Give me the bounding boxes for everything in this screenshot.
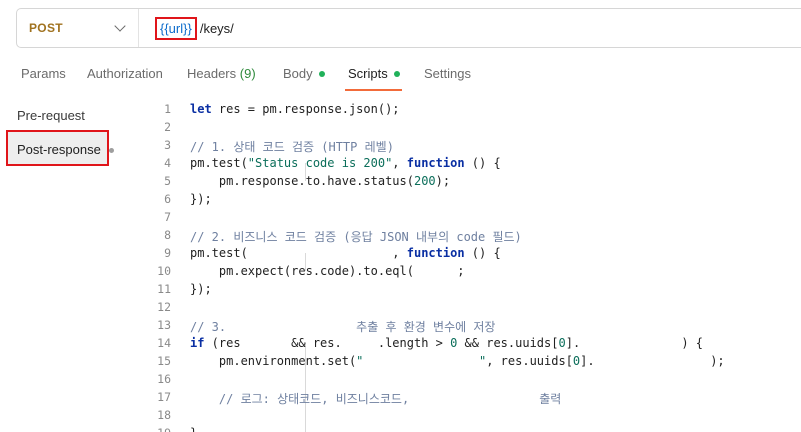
code-text: pm.response.to.have.status(200);	[190, 174, 451, 188]
line-number: 1	[164, 102, 171, 116]
code-line: 6});	[116, 190, 801, 208]
code-line: 12	[116, 298, 801, 316]
line-number: 16	[157, 372, 171, 386]
code-line: 2	[116, 118, 801, 136]
code-text: let res = pm.response.json();	[190, 102, 400, 116]
tab-body-label: Body	[283, 66, 313, 81]
active-tab-underline	[345, 89, 402, 91]
line-number: 4	[164, 156, 171, 170]
code-line: 14 if (res && res. .length > 0 && res.uui…	[116, 334, 801, 352]
line-number: 17	[157, 390, 171, 404]
code-line: 18	[116, 406, 801, 424]
tab-headers[interactable]: Headers (9)	[187, 66, 256, 81]
code-text: // 3. 추출 후 환경 변수에 저장	[190, 320, 496, 334]
line-number: 13	[157, 318, 171, 332]
code-line: 17 // 로그: 상태코드, 비즈니스코드, 출력	[116, 388, 801, 406]
code-text: // 1. 상태 코드 검증 (HTTP 레벨)	[190, 140, 394, 154]
method-label: POST	[29, 21, 63, 35]
code-line: 16	[116, 370, 801, 388]
code-line: 11});	[116, 280, 801, 298]
line-number: 2	[164, 120, 171, 134]
post-response-indicator-dot	[109, 148, 114, 153]
url-input[interactable]: {{url}} /keys/	[139, 9, 234, 47]
code-line: 8 // 2. 비즈니스 코드 검증 (응답 JSON 내부의 code 필드)	[116, 226, 801, 244]
code-line: 5 pm.response.to.have.status(200);	[116, 172, 801, 190]
tab-params-label: Params	[21, 66, 66, 81]
url-variable[interactable]: {{url}}	[155, 16, 197, 40]
code-text: // 로그: 상태코드, 비즈니스코드, 출력	[190, 392, 562, 406]
request-url-bar: POST {{url}} /keys/	[16, 8, 801, 48]
line-number: 14	[157, 336, 171, 350]
code-line: 10 pm.expect(res.code).to.eql( ;	[116, 262, 801, 280]
code-line: 9 pm.test( , function () {	[116, 244, 801, 262]
method-select[interactable]: POST	[17, 9, 139, 47]
line-number: 18	[157, 408, 171, 422]
code-text: // 2. 비즈니스 코드 검증 (응답 JSON 내부의 code 필드)	[190, 230, 522, 244]
line-number: 11	[157, 282, 171, 296]
code-line: 7	[116, 208, 801, 226]
headers-count: (9)	[239, 66, 256, 81]
code-text: pm.environment.set(" ", res.uuids[0]. );	[190, 354, 725, 368]
code-text: pm.test( , function () {	[190, 246, 501, 260]
line-number: 7	[164, 210, 171, 224]
tab-body[interactable]: Body	[283, 66, 325, 81]
scripts-indicator-dot	[393, 70, 400, 77]
line-number: 6	[164, 192, 171, 206]
code-line: 1 let res = pm.response.json();	[116, 100, 801, 118]
line-number: 5	[164, 174, 171, 188]
line-number: 8	[164, 228, 171, 242]
code-text: }	[190, 426, 197, 432]
tab-scripts[interactable]: Scripts	[348, 66, 400, 81]
line-number: 12	[157, 300, 171, 314]
code-text: });	[190, 192, 212, 206]
line-number: 3	[164, 138, 171, 152]
code-text: pm.expect(res.code).to.eql( ;	[190, 264, 465, 278]
tab-scripts-label: Scripts	[348, 66, 388, 81]
tab-params[interactable]: Params	[21, 66, 66, 81]
request-tabs: Params Authorization Headers (9) Body Sc…	[0, 58, 801, 91]
sidebar-item-post-response[interactable]: Post-response	[6, 130, 114, 166]
code-line: 13 // 3. 추출 후 환경 변수에 저장	[116, 316, 801, 334]
chevron-down-icon	[114, 20, 126, 32]
code-text: pm.test("Status code is 200", function (…	[190, 156, 501, 170]
code-text: });	[190, 282, 212, 296]
sidebar-item-post-response-label: Post-response	[17, 142, 101, 157]
code-line: 4 pm.test("Status code is 200", function …	[116, 154, 801, 172]
tab-headers-label: Headers	[187, 66, 237, 81]
line-number: 10	[157, 264, 171, 278]
scripts-sidebar: Pre-request Post-response	[0, 97, 116, 432]
code-line: 3 // 1. 상태 코드 검증 (HTTP 레벨)	[116, 136, 801, 154]
line-number: 15	[157, 354, 171, 368]
code-editor[interactable]: 1 let res = pm.response.json(); 2 3 // 1. 상태…	[116, 97, 801, 432]
url-path: /keys/	[199, 20, 234, 36]
body-indicator-dot	[318, 70, 325, 77]
line-number: 9	[164, 246, 171, 260]
tab-settings[interactable]: Settings	[424, 66, 471, 81]
tab-settings-label: Settings	[424, 66, 471, 81]
line-number: 19	[131, 426, 171, 432]
sidebar-item-pre-request[interactable]: Pre-request	[17, 108, 85, 123]
code-text: if (res && res. .length > 0 && res.uuids…	[190, 336, 703, 350]
code-line: 19}	[116, 424, 801, 432]
tab-authorization-label: Authorization	[87, 66, 163, 81]
tab-authorization[interactable]: Authorization	[87, 66, 163, 81]
code-line: 15 pm.environment.set(" ", res.uuids[0].…	[116, 352, 801, 370]
